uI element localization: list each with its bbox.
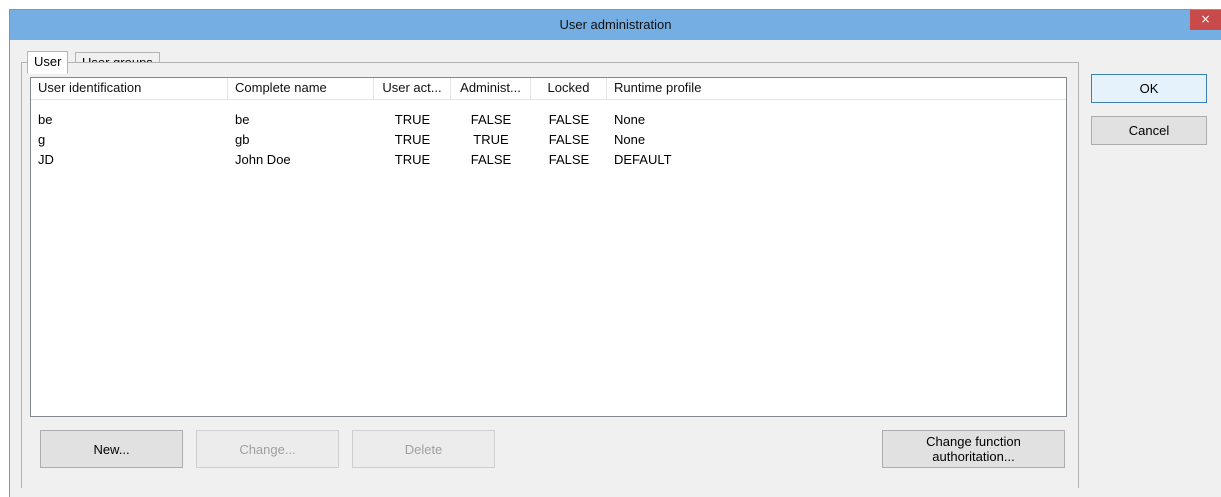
delete-button[interactable]: Delete <box>352 430 495 468</box>
cell-user-active: TRUE <box>394 112 431 127</box>
cancel-button[interactable]: Cancel <box>1091 116 1207 145</box>
cell-complete-name: be <box>235 112 250 127</box>
change-button[interactable]: Change... <box>196 430 339 468</box>
new-button-label: New... <box>93 441 130 457</box>
cell-user-active: TRUE <box>394 132 431 147</box>
table-row[interactable]: g gb TRUE TRUE FALSE None <box>31 130 1066 150</box>
column-header-administrator[interactable]: Administ... <box>451 78 531 100</box>
cell-administrator: FALSE <box>470 112 512 127</box>
title-bar[interactable]: User administration × <box>10 10 1221 40</box>
new-button[interactable]: New... <box>40 430 183 468</box>
ok-button[interactable]: OK <box>1091 74 1207 103</box>
cell-complete-name: gb <box>235 132 250 147</box>
cell-locked: FALSE <box>548 152 590 167</box>
cell-runtime-profile: DEFAULT <box>614 152 672 167</box>
user-list[interactable]: User identification Complete name User a… <box>30 77 1067 417</box>
column-header-runtime-profile[interactable]: Runtime profile <box>607 78 1067 100</box>
cancel-button-label: Cancel <box>1128 123 1170 138</box>
change-button-label: Change... <box>239 441 296 457</box>
cell-administrator: FALSE <box>470 152 512 167</box>
cell-user-identification: JD <box>38 152 54 167</box>
tab-user-label: User <box>34 54 62 69</box>
column-header-complete-name[interactable]: Complete name <box>228 78 374 100</box>
cell-administrator: TRUE <box>473 132 509 147</box>
cell-user-active: TRUE <box>394 152 431 167</box>
change-function-authorization-button[interactable]: Change function authoritation... <box>882 430 1065 468</box>
ok-button-label: OK <box>1139 81 1159 96</box>
cell-complete-name: John Doe <box>235 152 291 167</box>
cell-locked: FALSE <box>548 132 590 147</box>
cell-user-identification: g <box>38 132 46 147</box>
close-icon[interactable]: × <box>1190 10 1221 30</box>
change-function-label-line1: Change function <box>926 434 1021 449</box>
table-row[interactable]: JD John Doe TRUE FALSE FALSE DEFAULT <box>31 150 1066 170</box>
column-header-user-active[interactable]: User act... <box>374 78 451 100</box>
list-header: User identification Complete name User a… <box>31 78 1066 100</box>
tab-user[interactable]: User <box>27 51 69 74</box>
window-title: User administration <box>559 17 672 32</box>
cell-user-identification: be <box>38 112 53 127</box>
cell-locked: FALSE <box>548 112 590 127</box>
change-function-label-line2: authoritation... <box>932 449 1015 464</box>
delete-button-label: Delete <box>404 441 443 457</box>
column-header-user-identification[interactable]: User identification <box>31 78 228 100</box>
cell-runtime-profile: None <box>614 112 646 127</box>
cell-runtime-profile: None <box>614 132 646 147</box>
column-header-locked[interactable]: Locked <box>531 78 607 100</box>
table-row[interactable]: be be TRUE FALSE FALSE None <box>31 110 1066 130</box>
